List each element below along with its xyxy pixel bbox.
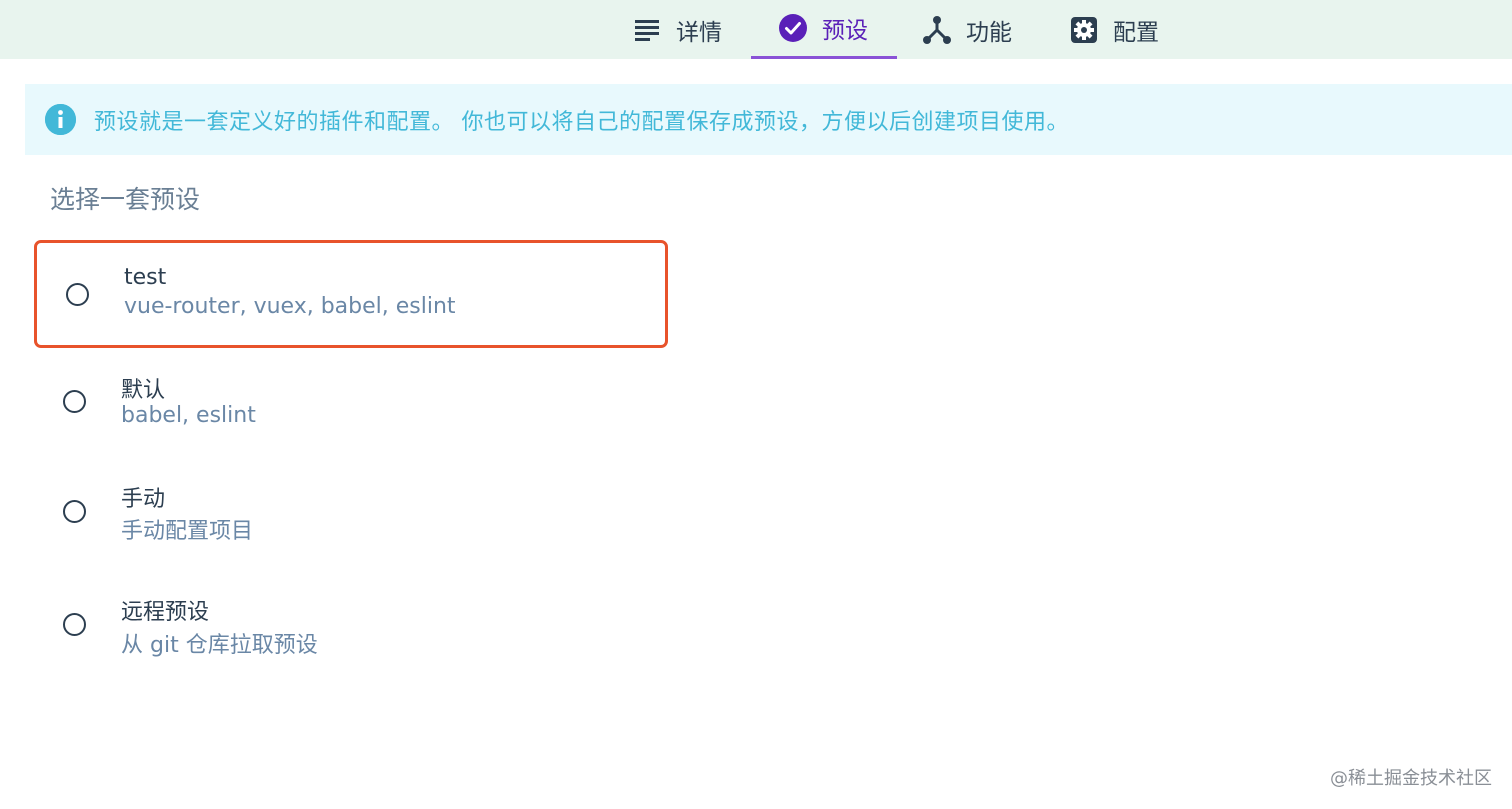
check-circle-icon — [778, 13, 808, 43]
preset-item-remote[interactable]: 远程预设 从 git 仓库拉取预设 — [34, 573, 668, 681]
tab-details-label: 详情 — [676, 19, 722, 46]
tab-config[interactable]: 配置 — [1069, 0, 1179, 59]
gear-icon — [1069, 15, 1099, 45]
tab-presets-label: 预设 — [822, 18, 868, 44]
preset-name: test — [124, 265, 167, 290]
info-banner: 预设就是一套定义好的插件和配置。 你也可以将自己的配置保存成预设，方便以后创建项… — [25, 84, 1512, 155]
preset-radio[interactable] — [63, 613, 86, 636]
preset-name: 手动 — [121, 487, 166, 512]
info-icon — [45, 104, 76, 135]
section-title: 选择一套预设 — [50, 185, 201, 214]
tab-features[interactable]: 功能 — [922, 0, 1032, 59]
preset-item-manual[interactable]: 手动 手动配置项目 — [34, 460, 668, 568]
preset-radio[interactable] — [63, 390, 86, 413]
fork-icon — [922, 15, 952, 45]
preset-radio[interactable] — [66, 283, 89, 306]
tab-presets[interactable]: 预设 — [751, 0, 897, 59]
tab-features-label: 功能 — [966, 19, 1012, 46]
preset-name: 默认 — [121, 378, 166, 403]
preset-description: vue-router, vuex, babel, eslint — [124, 294, 456, 319]
preset-description: babel, eslint — [121, 403, 256, 428]
list-icon — [632, 15, 662, 45]
tab-details[interactable]: 详情 — [632, 0, 732, 59]
preset-radio[interactable] — [63, 500, 86, 523]
preset-description: 手动配置项目 — [121, 519, 254, 544]
preset-name: 远程预设 — [121, 600, 210, 625]
info-text: 预设就是一套定义好的插件和配置。 你也可以将自己的配置保存成预设，方便以后创建项… — [94, 109, 1069, 135]
step-tabbar: 详情 预设 功能 配置 — [0, 0, 1512, 59]
tab-config-label: 配置 — [1113, 19, 1159, 46]
preset-description: 从 git 仓库拉取预设 — [121, 633, 318, 658]
preset-item-default[interactable]: 默认 babel, eslint — [34, 350, 668, 458]
preset-item-test[interactable]: test vue-router, vuex, babel, eslint — [34, 240, 668, 348]
project-create-window: 详情 预设 功能 配置 预设就是一套定义好的插件和配置。 你也可以将自己的配置保… — [0, 0, 1512, 809]
watermark: @稀土掘金技术社区 — [1330, 768, 1492, 789]
